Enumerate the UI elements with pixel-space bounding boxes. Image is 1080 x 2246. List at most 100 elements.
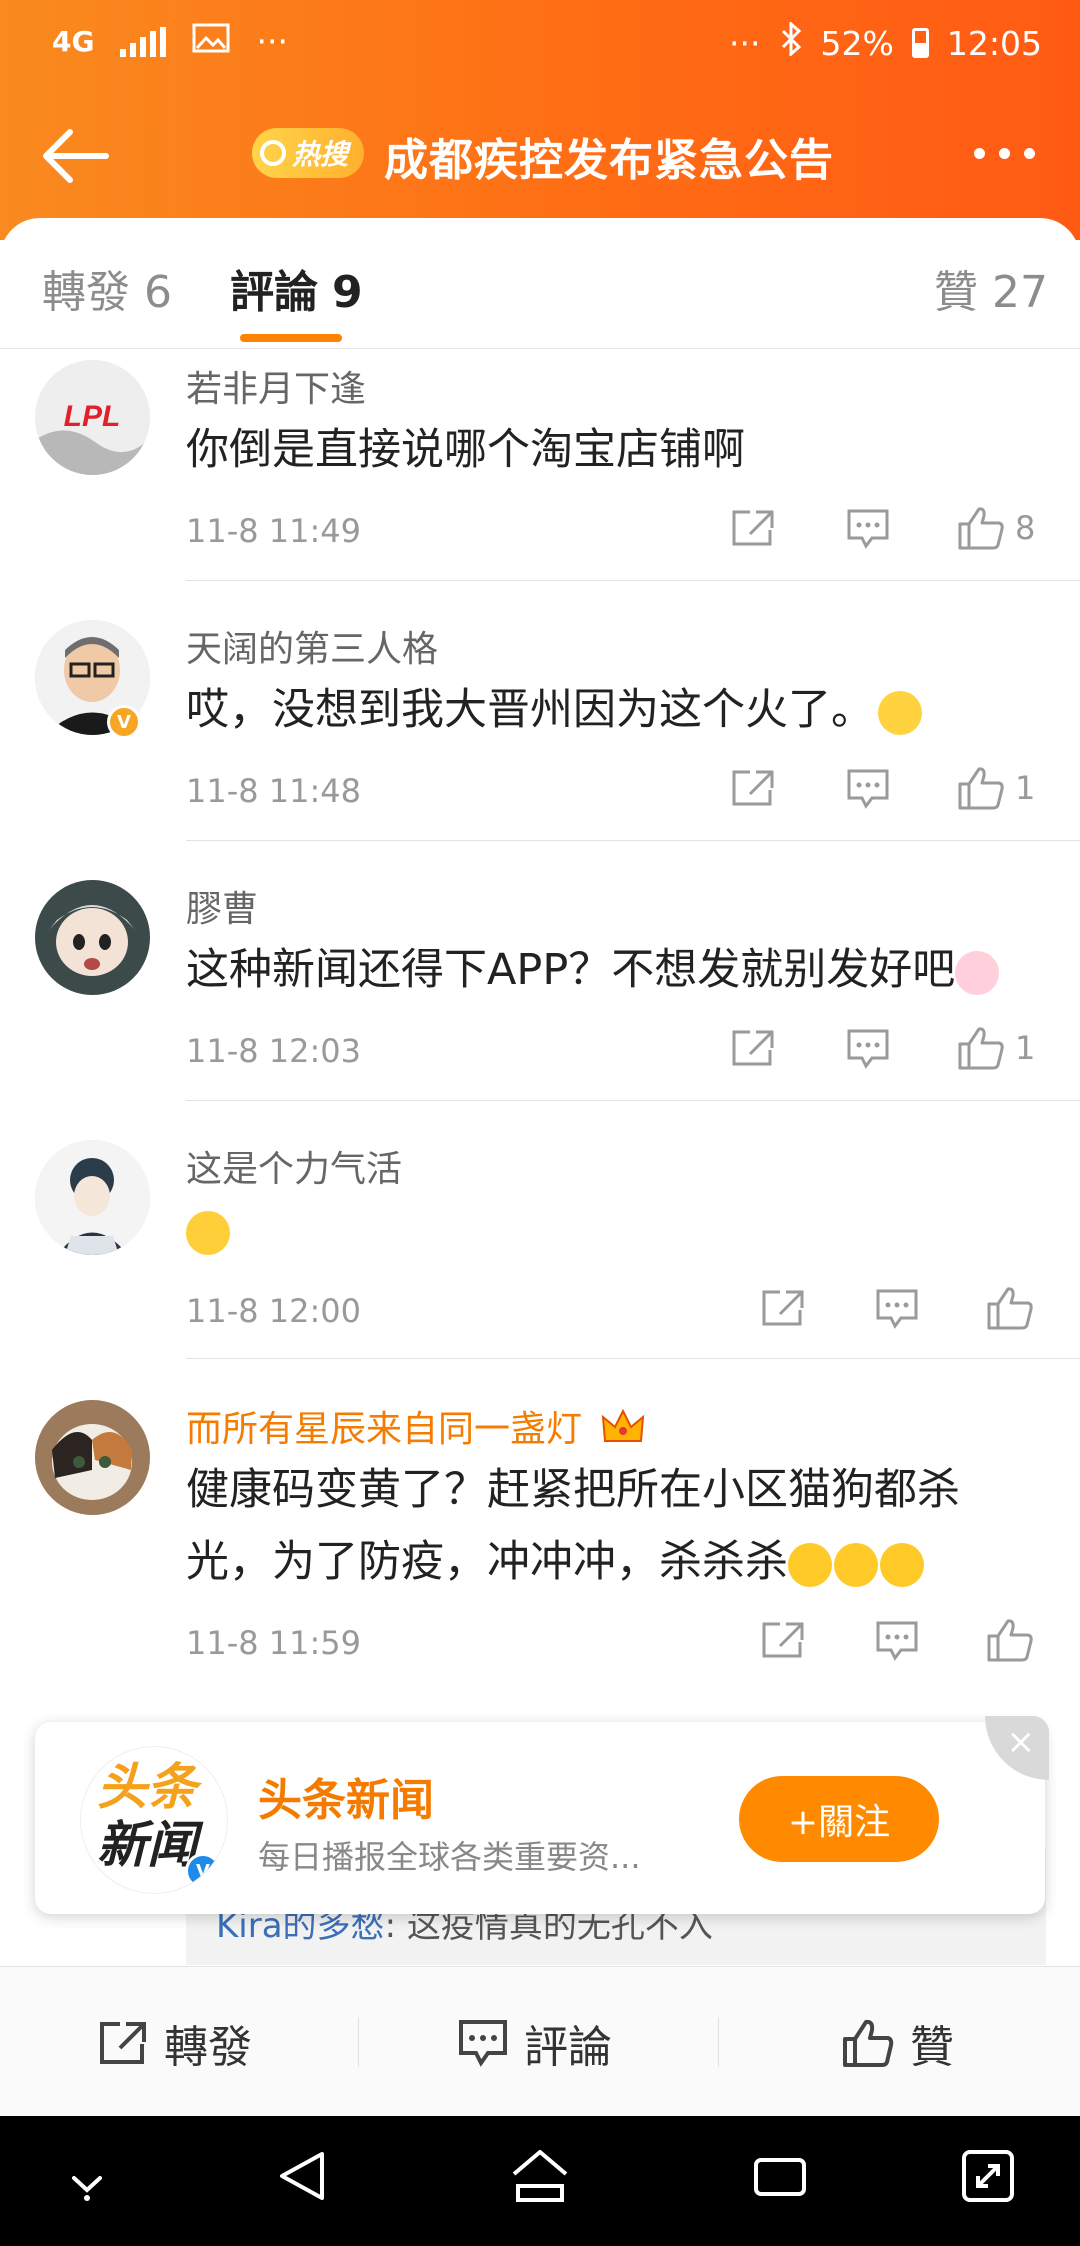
hot-search-badge: 热搜 bbox=[252, 128, 364, 178]
blush-emoji-icon bbox=[880, 1542, 924, 1587]
repost-button[interactable]: 轉發 bbox=[98, 2011, 252, 2075]
battery-icon bbox=[911, 28, 929, 58]
comment-username[interactable]: 膠曹 bbox=[186, 880, 258, 932]
follow-button[interactable]: +關注 bbox=[739, 1776, 939, 1862]
tab-bar: 轉發 6 評論 9 贊 27 bbox=[0, 218, 1080, 349]
username-text: 而所有星辰来自同一盏灯 bbox=[186, 1409, 583, 1450]
fullscreen-toggle-icon[interactable] bbox=[958, 2146, 1018, 2210]
recent-apps-icon[interactable] bbox=[748, 2146, 812, 2210]
comment-item: 膠曹 这种新闻还得下APP？不想发就别发好吧 11-8 12:03 1 bbox=[0, 870, 1080, 1101]
confused-emoji-icon bbox=[186, 1210, 230, 1255]
comment-text-line: 光，为了防疫，冲冲冲，杀杀杀 bbox=[186, 1526, 1046, 1598]
like-label: 贊 bbox=[910, 2022, 954, 2073]
thumbs-up-icon bbox=[958, 767, 1004, 810]
comment-button[interactable]: 評論 bbox=[458, 2011, 612, 2075]
hot-search-label: 热搜 bbox=[292, 138, 349, 171]
repost-icon bbox=[100, 2022, 146, 2064]
logo-text-top: 头条 bbox=[97, 1758, 197, 1816]
title-bar: 热搜 成都疾控发布紧急公告 bbox=[0, 110, 1080, 200]
tab-likes[interactable]: 贊 27 bbox=[934, 256, 1048, 320]
more-notifications-icon: ··· bbox=[256, 22, 288, 61]
comment-item: V 天阔的第三人格 哎，没想到我大晋州因为这个火了。 11-8 11:48 1 bbox=[0, 610, 1080, 841]
account-name[interactable]: 头条新闻 bbox=[258, 1764, 434, 1828]
like-button[interactable]: 1 bbox=[957, 766, 1035, 810]
comment-label: 評論 bbox=[524, 2022, 612, 2073]
clock: 12:05 bbox=[946, 23, 1042, 63]
blush-emoji-icon bbox=[788, 1542, 832, 1587]
separator bbox=[358, 2017, 359, 2067]
avatar[interactable] bbox=[35, 1400, 150, 1515]
network-indicator: 4G bbox=[52, 25, 95, 58]
crying-emoji-icon bbox=[878, 690, 922, 735]
comment-time: 11-8 11:59 bbox=[186, 1624, 362, 1662]
comment-text-line: 健康码变黄了？赶紧把所在小区猫狗都杀 bbox=[186, 1465, 960, 1515]
collapse-chevron-icon[interactable] bbox=[62, 2164, 112, 2208]
more-dots-icon[interactable] bbox=[974, 148, 1035, 159]
comment-time: 11-8 12:03 bbox=[186, 1032, 362, 1070]
reply-icon[interactable] bbox=[846, 768, 890, 810]
share-icon[interactable] bbox=[760, 1620, 806, 1660]
comment-item: LPL 若非月下逢 你倒是直接说哪个淘宝店铺啊 11-8 11:49 8 bbox=[0, 350, 1080, 581]
tab-label: 轉發 bbox=[42, 267, 130, 318]
avatar[interactable] bbox=[35, 1140, 150, 1255]
like-count: 8 bbox=[1015, 509, 1036, 547]
close-icon[interactable]: × bbox=[985, 1716, 1049, 1780]
follow-suggestion-card: 头条 新闻 V 头条新闻 每日播报全球各类重要资... +關注 × bbox=[35, 1716, 1049, 1914]
share-icon[interactable] bbox=[730, 508, 776, 548]
thumbs-up-icon bbox=[958, 507, 1004, 550]
reply-icon[interactable] bbox=[875, 1620, 919, 1662]
comment-text: 这种新闻还得下APP？不想发就别发好吧 bbox=[186, 934, 1046, 1006]
share-icon[interactable] bbox=[730, 768, 776, 808]
home-icon[interactable] bbox=[508, 2146, 572, 2210]
page-title: 成都疾控发布紧急公告 bbox=[384, 135, 834, 186]
comment-time: 11-8 11:49 bbox=[186, 512, 362, 550]
share-icon[interactable] bbox=[760, 1288, 806, 1328]
repost-label: 轉發 bbox=[164, 2022, 252, 2073]
reply-icon[interactable] bbox=[846, 1028, 890, 1070]
divider bbox=[186, 1358, 1080, 1359]
tab-count: 27 bbox=[992, 267, 1048, 318]
comment-username[interactable]: 若非月下逢 bbox=[186, 360, 366, 412]
logo-text-bottom: 新闻 bbox=[97, 1816, 197, 1874]
reply-icon[interactable] bbox=[875, 1288, 919, 1330]
comment-text: 你倒是直接说哪个淘宝店铺啊 bbox=[186, 425, 745, 475]
comment-username[interactable]: 而所有星辰来自同一盏灯 bbox=[186, 1400, 645, 1456]
reply-icon[interactable] bbox=[846, 508, 890, 550]
verified-badge-icon: V bbox=[185, 1853, 221, 1889]
comment-username[interactable]: 这是个力气活 bbox=[186, 1140, 402, 1192]
comment-time: 11-8 11:48 bbox=[186, 772, 362, 810]
divider bbox=[186, 580, 1080, 581]
account-logo[interactable]: 头条 新闻 V bbox=[80, 1746, 228, 1894]
thumbs-up-icon bbox=[843, 2019, 894, 2067]
account-description: 每日播报全球各类重要资... bbox=[258, 1838, 641, 1876]
comment-item: 这是个力气活 11-8 12:00 bbox=[0, 1130, 1080, 1360]
app-header: 4G ··· ··· 52% 12:05 热搜 成都疾控发布紧急公告 bbox=[0, 0, 1080, 240]
tab-count: 6 bbox=[144, 267, 172, 318]
share-icon[interactable] bbox=[730, 1028, 776, 1068]
tab-label: 贊 bbox=[934, 267, 978, 318]
thumbs-up-icon bbox=[987, 1287, 1033, 1330]
blush-emoji-icon bbox=[834, 1542, 878, 1587]
back-triangle-icon[interactable] bbox=[272, 2146, 332, 2210]
status-dots: ··· bbox=[729, 23, 761, 63]
like-post-button[interactable]: 贊 bbox=[842, 2011, 954, 2075]
comment-username[interactable]: 天阔的第三人格 bbox=[186, 620, 438, 672]
tab-reposts[interactable]: 轉發 6 bbox=[42, 256, 172, 320]
comment-text-content: 光，为了防疫，冲冲冲，杀杀杀 bbox=[186, 1537, 788, 1587]
comment-text-content: 哎，没想到我大晋州因为这个火了。 bbox=[186, 685, 874, 735]
avatar[interactable] bbox=[35, 880, 150, 995]
comment-text: 哎，没想到我大晋州因为这个火了。 bbox=[186, 674, 1046, 746]
like-button[interactable]: 1 bbox=[957, 1026, 1035, 1070]
verified-badge-icon: V bbox=[107, 705, 141, 739]
like-button[interactable]: 8 bbox=[957, 506, 1035, 550]
divider bbox=[186, 1100, 1080, 1101]
comment-text-content: 这种新闻还得下APP？不想发就别发好吧 bbox=[186, 945, 956, 995]
like-count: 1 bbox=[1015, 1029, 1036, 1067]
back-arrow-icon[interactable] bbox=[40, 126, 110, 186]
avatar[interactable]: LPL bbox=[35, 360, 150, 475]
like-button[interactable] bbox=[986, 1286, 1034, 1330]
like-button[interactable] bbox=[986, 1618, 1034, 1662]
comment-item: 而所有星辰来自同一盏灯 健康码变黄了？赶紧把所在小区猫狗都杀 光，为了防疫，冲冲… bbox=[0, 1390, 1080, 1690]
status-bar: 4G ··· ··· 52% 12:05 bbox=[0, 0, 1080, 90]
tab-comments[interactable]: 評論 9 bbox=[230, 256, 363, 320]
